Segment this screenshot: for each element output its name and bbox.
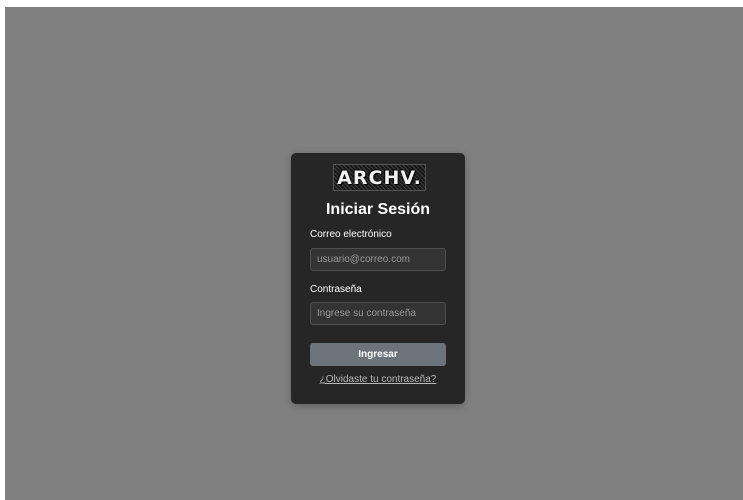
login-title: Iniciar Sesión	[325, 201, 431, 218]
email-label: Correo electrónico	[310, 229, 392, 240]
forgot-password-link[interactable]: ¿Olvidaste tu contraseña?	[291, 374, 465, 385]
password-field[interactable]	[310, 302, 446, 325]
login-card: ARCHV. Iniciar Sesión Correo electrónico…	[291, 153, 465, 404]
email-field[interactable]	[310, 248, 446, 271]
page-backdrop: ARCHV. Iniciar Sesión Correo electrónico…	[5, 7, 743, 500]
logo-text: ARCHV.	[337, 166, 422, 189]
archv-logo: ARCHV.	[333, 164, 426, 191]
password-label: Contraseña	[310, 284, 362, 295]
login-button[interactable]: Ingresar	[310, 343, 446, 366]
